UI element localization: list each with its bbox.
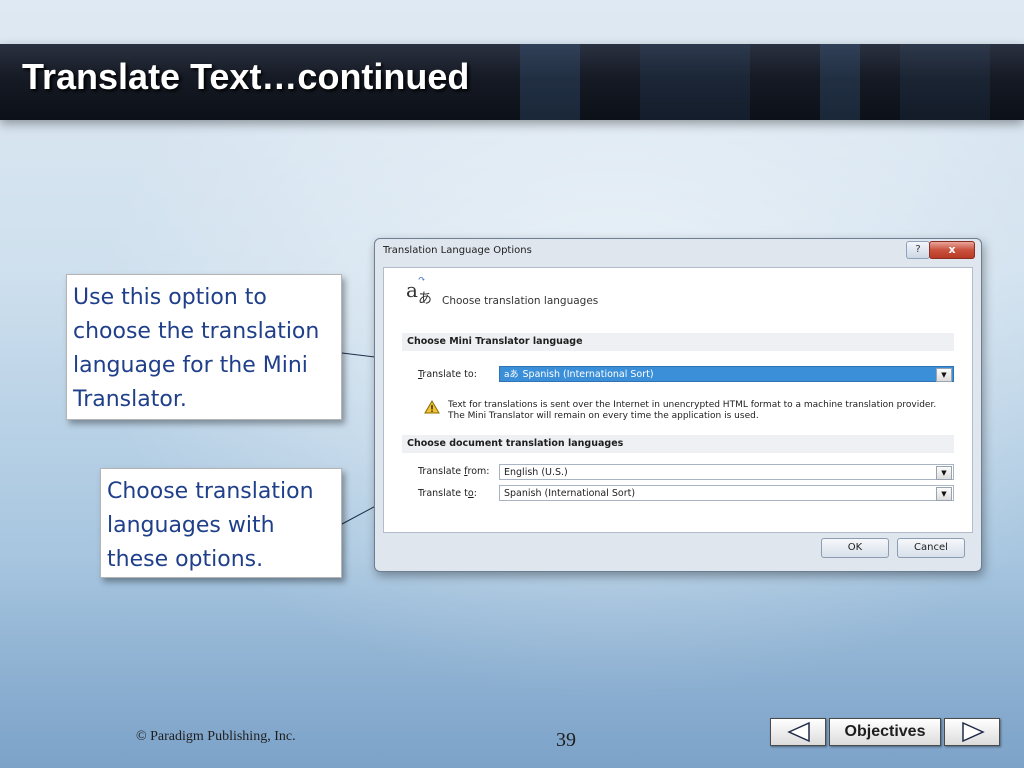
mini-translator-language-value: Spanish (International Sort) <box>522 369 654 380</box>
translation-language-options-dialog: Translation Language Options ? x a ↷ あ C… <box>374 238 982 572</box>
page-number: 39 <box>556 729 576 751</box>
slide-title: Translate Text…continued <box>22 56 470 97</box>
translate-small-icon: aあ <box>504 370 519 380</box>
callout-translation-languages: Choose translation languages with these … <box>100 468 342 578</box>
dialog-body: a ↷ あ Choose translation languages Choos… <box>383 267 973 533</box>
translate-to-doc-label: Translate to: <box>418 488 477 499</box>
chevron-down-icon[interactable]: ▼ <box>936 487 952 501</box>
next-slide-button[interactable] <box>944 718 1000 746</box>
objectives-button[interactable]: Objectives <box>829 718 941 746</box>
section-mini-translator: Choose Mini Translator language <box>402 333 954 351</box>
warning-line-2: The Mini Translator will remain on every… <box>448 411 759 421</box>
dialog-title: Translation Language Options <box>383 245 532 256</box>
translate-icon: a ↷ あ <box>406 275 440 308</box>
close-button[interactable]: x <box>929 241 975 259</box>
translate-to-label: Translate to: <box>418 369 477 380</box>
mini-translator-language-select[interactable]: aあ Spanish (International Sort) ▼ <box>499 366 954 382</box>
warning-line-1: Text for translations is sent over the I… <box>448 400 937 410</box>
translate-to-doc-select[interactable]: Spanish (International Sort) ▼ <box>499 485 954 501</box>
translate-icon-latin: a <box>406 278 418 302</box>
translate-icon-japanese: あ <box>418 291 432 307</box>
title-texture <box>900 44 990 120</box>
title-texture <box>820 44 860 120</box>
previous-slide-button[interactable] <box>770 718 826 746</box>
objectives-label: Objectives <box>844 723 926 740</box>
translate-arrow-icon: ↷ <box>418 275 426 285</box>
translate-from-label-tail: rom: <box>467 466 490 477</box>
translate-from-value: English (U.S.) <box>504 467 568 478</box>
title-texture <box>640 44 750 120</box>
translate-to-doc-label-text: Translate t <box>418 488 468 499</box>
chevron-down-icon[interactable]: ▼ <box>936 466 952 480</box>
dialog-header-text: Choose translation languages <box>442 295 599 307</box>
ok-button[interactable]: OK <box>821 538 889 558</box>
title-texture <box>520 44 580 120</box>
callout-mini-translator: Use this option to choose the translatio… <box>66 274 342 420</box>
right-triangle-icon <box>962 721 985 743</box>
translate-to-doc-value: Spanish (International Sort) <box>504 488 636 499</box>
left-triangle-icon <box>787 721 810 743</box>
translate-from-select[interactable]: English (U.S.) ▼ <box>499 464 954 480</box>
translate-from-label: Translate from: <box>418 466 489 477</box>
translate-to-doc-label-tail: : <box>473 488 477 499</box>
warning-text: Text for translations is sent over the I… <box>448 400 958 422</box>
help-button[interactable]: ? <box>906 241 930 259</box>
copyright-text: © Paradigm Publishing, Inc. <box>136 729 296 744</box>
cancel-button[interactable]: Cancel <box>897 538 965 558</box>
translate-to-label-text: ranslate to: <box>422 369 477 380</box>
slide-title-bar: Translate Text…continued <box>0 44 1024 120</box>
section-document-translation: Choose document translation languages <box>402 435 954 453</box>
warning-icon <box>424 400 440 414</box>
dialog-titlebar: Translation Language Options ? x <box>375 239 981 265</box>
translate-from-label-text: Translate <box>418 466 465 477</box>
chevron-down-icon[interactable]: ▼ <box>936 368 952 382</box>
